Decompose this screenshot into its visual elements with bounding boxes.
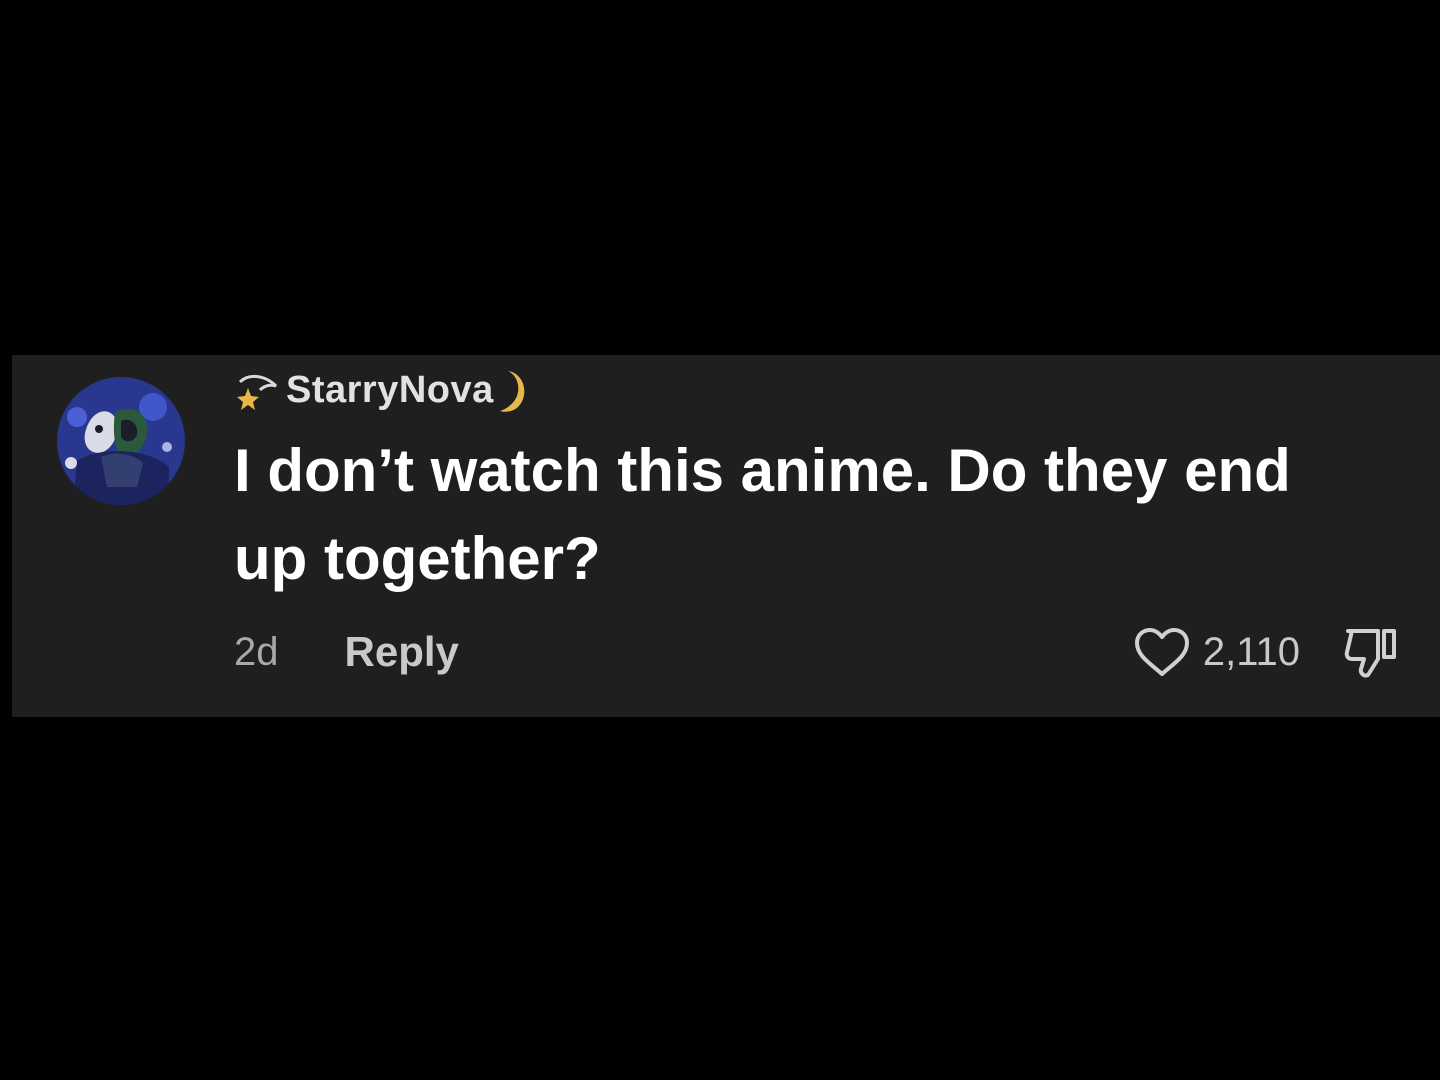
reply-button[interactable]: Reply <box>345 628 459 676</box>
avatar[interactable] <box>57 377 185 505</box>
shooting-star-icon <box>234 368 284 412</box>
comment-meta: 2d Reply <box>234 623 459 681</box>
like-button[interactable]: 2,110 <box>1133 626 1300 678</box>
crescent-moon-icon <box>496 365 536 415</box>
thumbs-down-icon[interactable] <box>1342 623 1400 681</box>
screen: StarryNova I don’t watch this anime. Do … <box>0 0 1440 1080</box>
comment-card: StarryNova I don’t watch this anime. Do … <box>12 355 1440 717</box>
comment-actions: 2,110 <box>1133 621 1400 683</box>
avatar-image <box>57 377 185 505</box>
heart-icon <box>1133 626 1191 678</box>
comment-text: I don’t watch this anime. Do they end up… <box>234 437 1291 592</box>
timestamp: 2d <box>234 629 279 674</box>
like-count: 2,110 <box>1202 629 1300 674</box>
username[interactable]: StarryNova <box>286 369 494 412</box>
username-row: StarryNova <box>234 363 536 417</box>
